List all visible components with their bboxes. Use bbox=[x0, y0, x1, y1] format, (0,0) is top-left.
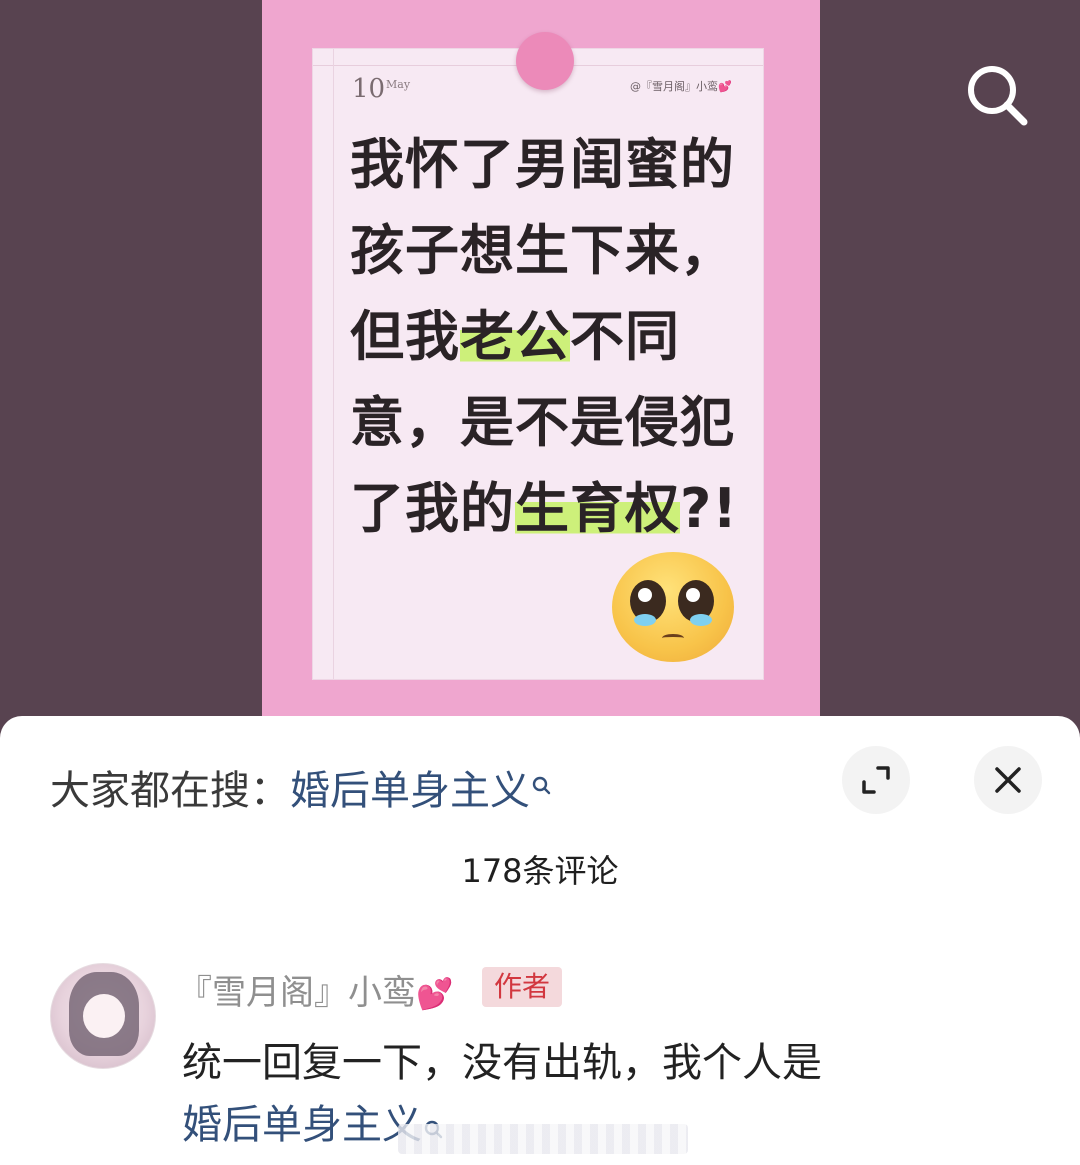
date-day: 10 bbox=[352, 74, 386, 104]
headline-line-1: 我怀了男闺蜜的 bbox=[350, 133, 735, 196]
close-button[interactable] bbox=[974, 746, 1042, 814]
emoji-mouth bbox=[662, 634, 684, 642]
emoji-tear bbox=[634, 614, 656, 626]
search-icon[interactable] bbox=[962, 60, 1032, 130]
headline-text: ?! bbox=[680, 477, 738, 540]
emoji-tear bbox=[690, 614, 712, 626]
author-badge: 作者 bbox=[482, 967, 563, 1007]
comment-text: 统一回复一下，没有出轨，我个人是 bbox=[182, 1040, 822, 1086]
pin-decoration bbox=[516, 32, 574, 90]
search-icon bbox=[532, 762, 552, 795]
heart-emoji-icon: 💕 bbox=[416, 977, 454, 1012]
username-text: 『雪月阁』小鸾 bbox=[178, 973, 416, 1013]
avatar-face bbox=[83, 994, 125, 1038]
headline-highlight: 老公 bbox=[460, 305, 570, 368]
search-icon bbox=[424, 1098, 444, 1139]
headline-text: 不同 bbox=[570, 305, 680, 368]
headline-line-2: 孩子想生下来， bbox=[350, 219, 735, 282]
expand-icon bbox=[862, 766, 890, 794]
close-icon bbox=[995, 767, 1021, 793]
blurred-watermark bbox=[398, 1124, 688, 1154]
post-handle: @『雪月阁』小鸾💕 bbox=[630, 80, 732, 93]
headline-highlight: 生育权 bbox=[515, 477, 680, 540]
note-margin-line bbox=[333, 49, 334, 679]
trending-prefix: 大家都在搜： bbox=[50, 768, 290, 814]
headline-line-4: 意，是不是侵犯 bbox=[350, 391, 735, 454]
post-headline: 我怀了男闺蜜的 孩子想生下来， 但我老公不同 意，是不是侵犯 了我的生育权?! bbox=[350, 122, 750, 552]
comment-username[interactable]: 『雪月阁』小鸾💕 bbox=[178, 965, 453, 1014]
comment-search-link[interactable]: 婚后单身主义 bbox=[182, 1102, 422, 1148]
pleading-face-emoji-icon bbox=[612, 552, 734, 662]
headline-text: 了我的 bbox=[350, 477, 515, 540]
headline-text: 但我 bbox=[350, 305, 460, 368]
expand-button[interactable] bbox=[842, 746, 910, 814]
trending-search[interactable]: 大家都在搜：婚后单身主义 bbox=[50, 758, 552, 816]
date-month: May bbox=[386, 78, 411, 91]
comment-count: 178条评论 bbox=[461, 852, 619, 890]
avatar[interactable] bbox=[50, 963, 156, 1069]
trending-term-link[interactable]: 婚后单身主义 bbox=[290, 768, 530, 814]
